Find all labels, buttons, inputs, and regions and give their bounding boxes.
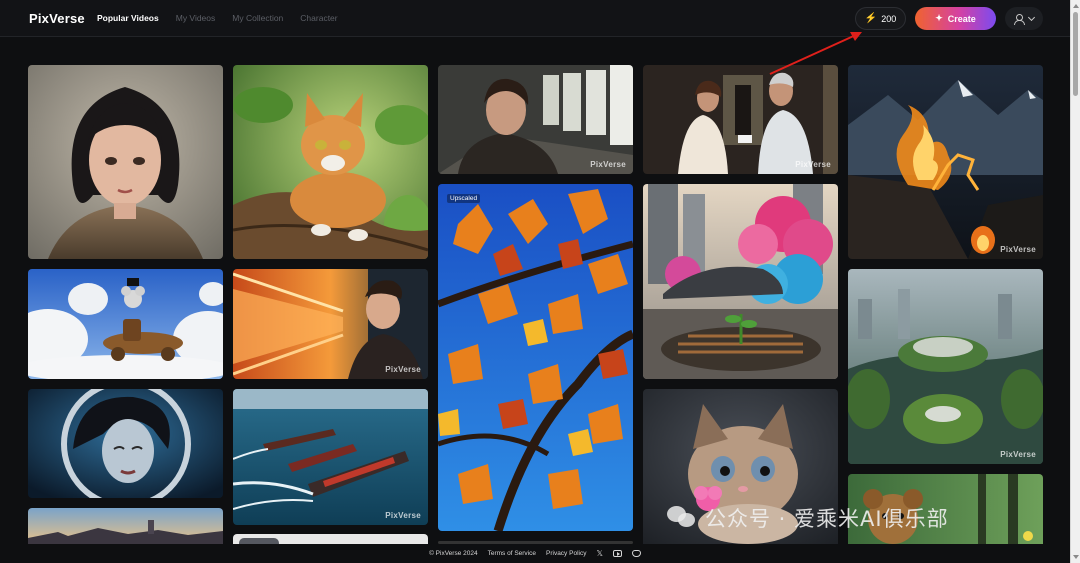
tile-bob-hair-girl[interactable] — [28, 65, 223, 259]
astronaut-woman-image — [28, 389, 223, 498]
cargo-ships-image — [233, 389, 428, 525]
girl-portrait-image — [28, 65, 223, 259]
page-footer: © PixVerse 2024 Terms of Service Privacy… — [0, 544, 1070, 563]
two-people-corridor-image — [643, 65, 838, 174]
tile-fire-fox-mountains[interactable]: PixVerse — [848, 65, 1043, 259]
sparkle-icon: ✦ — [935, 13, 943, 23]
pixverse-watermark: PixVerse — [590, 160, 626, 169]
create-label: Create — [947, 13, 976, 24]
tile-mouse-steam-airship[interactable] — [28, 269, 223, 379]
tile-green-island-city[interactable]: PixVerse — [848, 269, 1043, 464]
tile-young-man-train[interactable]: PixVerse — [233, 269, 428, 379]
orange-cat-image — [233, 65, 428, 259]
pixverse-watermark: PixVerse — [795, 160, 831, 169]
top-header: PixVerse Popular Videos My Videos My Col… — [0, 0, 1070, 37]
mouse-airship-image — [28, 269, 223, 379]
tile-astronaut-woman[interactable] — [28, 389, 223, 498]
pixverse-watermark: PixVerse — [1000, 245, 1036, 254]
youtube-icon[interactable] — [612, 550, 622, 557]
nav-character[interactable]: Character — [300, 13, 337, 23]
nav-popular-videos[interactable]: Popular Videos — [97, 13, 159, 23]
wechat-icon — [667, 506, 697, 530]
tile-man-in-hallway[interactable]: PixVerse — [438, 65, 633, 174]
page-scrollbar[interactable] — [1070, 0, 1080, 563]
privacy-policy-link[interactable]: Privacy Policy — [546, 550, 586, 557]
scroll-thumb[interactable] — [1073, 12, 1078, 96]
credits-value: 200 — [881, 13, 897, 24]
footer-copyright: © PixVerse 2024 — [429, 550, 478, 557]
man-hallway-image — [438, 65, 633, 174]
user-icon — [1014, 13, 1025, 25]
tile-autumn-leaves-sky[interactable]: Upscaled — [438, 184, 633, 531]
wechat-watermark: 公众号 · 爱乘米AI俱乐部 — [667, 503, 949, 533]
nav-my-collection[interactable]: My Collection — [232, 13, 283, 23]
pixverse-watermark: PixVerse — [1000, 450, 1036, 459]
credits-button[interactable]: ⚡ 200 — [855, 7, 906, 30]
pixverse-watermark: PixVerse — [385, 511, 421, 520]
wechat-watermark-text: 公众号 · 爱乘米AI俱乐部 — [705, 507, 949, 531]
smoke-car-drain-image — [643, 184, 838, 379]
chevron-down-icon — [1027, 13, 1036, 21]
tile-two-people-corridor[interactable]: PixVerse — [643, 65, 838, 174]
scroll-down-arrow-icon[interactable] — [1073, 555, 1079, 559]
pixverse-watermark: PixVerse — [385, 365, 421, 374]
green-island-city-image — [848, 269, 1043, 464]
fire-fox-image — [848, 65, 1043, 259]
x-twitter-icon[interactable]: 𝕏 — [596, 549, 602, 558]
pixverse-logo[interactable]: PixVerse — [29, 11, 85, 26]
town-sunset-image — [28, 508, 223, 544]
main-nav: Popular Videos My Videos My Collection C… — [97, 13, 355, 23]
user-menu-button[interactable] — [1005, 7, 1043, 30]
lightning-bolt-icon: ⚡ — [864, 13, 878, 24]
tile-orange-cat-tree[interactable] — [233, 65, 428, 259]
create-button[interactable]: ✦ Create — [915, 7, 996, 30]
nav-my-videos[interactable]: My Videos — [176, 13, 216, 23]
tile-gray-partial[interactable] — [233, 534, 428, 544]
autumn-leaves-image — [438, 184, 633, 531]
tile-cargo-ships-sea[interactable]: PixVerse — [233, 389, 428, 525]
terms-of-service-link[interactable]: Terms of Service — [488, 550, 536, 557]
scroll-up-arrow-icon[interactable] — [1073, 4, 1079, 8]
discord-icon[interactable] — [631, 550, 641, 557]
tile-town-sunset[interactable] — [28, 508, 223, 544]
tile-smoke-car-drain[interactable] — [643, 184, 838, 379]
upscaled-badge: Upscaled — [447, 194, 481, 203]
young-man-train-image — [233, 269, 428, 379]
